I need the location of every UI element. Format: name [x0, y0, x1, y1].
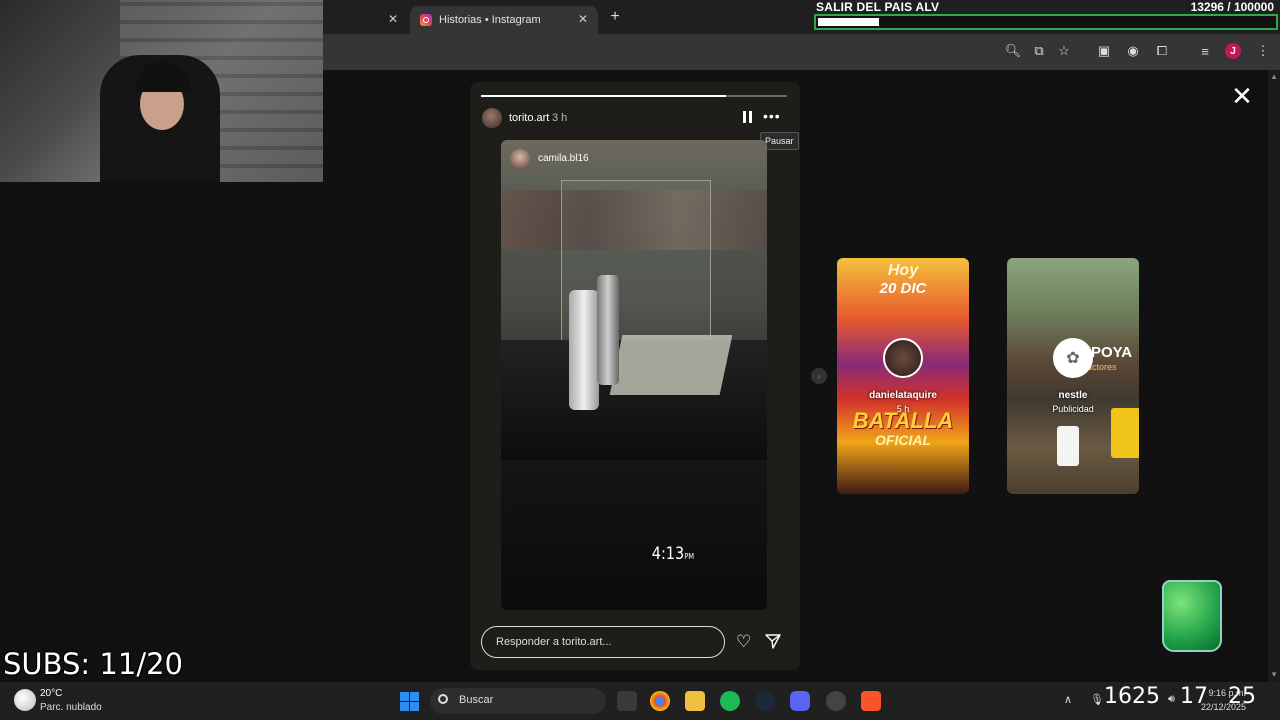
scroll-up-icon[interactable]: ▲	[1270, 72, 1278, 81]
story-preview[interactable]: Hoy 20 DIC danielataquire 5 h BATALLA OF…	[837, 258, 969, 494]
shared-username[interactable]: camila.bl16	[538, 153, 589, 164]
windows-icon[interactable]	[400, 692, 419, 711]
preview-username: nestle	[1058, 390, 1088, 401]
chevron-right-icon[interactable]: ›	[811, 368, 827, 384]
story-username[interactable]: torito.art	[509, 112, 549, 124]
nestle-logo-icon: ✿	[1053, 338, 1093, 378]
search-icon	[438, 694, 448, 704]
subs-counter: SUBS: 11/20	[3, 647, 183, 681]
close-tab-icon[interactable]: ✕	[576, 12, 590, 26]
preview-title-sub: OFICIAL	[875, 432, 931, 448]
obs-icon[interactable]	[826, 691, 846, 711]
story-media[interactable]	[501, 140, 767, 610]
story-progress-fill	[481, 95, 726, 97]
chevron-up-icon[interactable]: ∧	[1064, 693, 1072, 706]
system-time[interactable]: 9:16 p.m.	[1198, 688, 1246, 698]
story-preview[interactable]: POYA actores ✿ nestle Publicidad	[1007, 258, 1139, 494]
scrollbar[interactable]	[1268, 70, 1280, 682]
clock-digits: 25	[1132, 684, 1160, 709]
tab-title: Historias • Instagram	[439, 14, 541, 26]
story-viewer: torito.art 3 h ••• Pausar camila.bl16 4:…	[470, 82, 800, 670]
goal-count: 13296 / 100000	[1190, 0, 1274, 14]
new-tab-button[interactable]: +	[607, 8, 623, 26]
tip-jar-icon	[1162, 580, 1222, 652]
preview-title-main: BATALLA	[852, 408, 954, 433]
send-icon[interactable]	[765, 633, 781, 649]
preview-date: 20 DIC	[879, 280, 927, 297]
pause-bar	[743, 111, 746, 123]
weather-icon[interactable]	[14, 689, 36, 711]
menu-icon[interactable]: ⋮	[1254, 42, 1272, 60]
playlist-icon[interactable]: ≡	[1196, 42, 1214, 60]
story-clock-sticker: 4:13PM	[652, 544, 694, 564]
preview-brand: POYA	[1091, 344, 1133, 361]
media-bottle	[569, 290, 599, 410]
goal-widget: SALIR DEL PAIS ALV 13296 / 100000	[812, 0, 1280, 32]
taskbar: 20°C Parc. nublado Buscar ∧ 🎙︎ 🔊︎	[0, 682, 1280, 720]
heart-icon[interactable]: ♡	[736, 632, 751, 652]
chrome-icon[interactable]	[650, 691, 670, 711]
preview-milk-glass	[1057, 426, 1079, 466]
star-icon[interactable]: ☆	[1055, 42, 1073, 60]
avatar	[883, 338, 923, 378]
media-bottle	[597, 275, 619, 385]
pause-bar	[749, 111, 752, 123]
clock-digits: 16	[1104, 684, 1132, 709]
goal-progress-bar	[814, 14, 1278, 30]
weather-temp[interactable]: 20°C	[40, 688, 62, 699]
close-icon[interactable]: ✕	[1230, 83, 1254, 109]
close-tab-icon[interactable]: ✕	[386, 12, 400, 26]
overlay-clock-hour: 1625	[1104, 684, 1160, 709]
story-progress-bar	[481, 95, 787, 97]
goal-title: SALIR DEL PAIS ALV	[816, 0, 940, 14]
clock-suffix: PM	[684, 552, 695, 561]
taskbar-search[interactable]: Buscar	[430, 688, 606, 714]
folder-icon[interactable]	[685, 691, 705, 711]
media-paper	[609, 335, 733, 395]
extension-icon[interactable]: ◉	[1124, 42, 1142, 60]
spotify-icon[interactable]	[720, 691, 740, 711]
profile-avatar[interactable]: J	[1225, 43, 1241, 59]
zoom-icon[interactable]: 🔍︎	[1004, 42, 1022, 60]
reply-input[interactable]: Responder a torito.art...	[481, 626, 725, 658]
preview-can	[1111, 408, 1139, 458]
puzzle-icon[interactable]: ⧠	[1153, 42, 1171, 60]
mic-icon[interactable]: 🎙︎	[1090, 693, 1104, 706]
clock-time: 4:13	[651, 544, 685, 564]
scroll-down-icon[interactable]: ▼	[1270, 670, 1278, 679]
task-view-icon[interactable]	[617, 691, 637, 711]
screen: ✕ Historias • Instagram ✕ + 🔍︎ ⧉ ☆ ▣ ◉ ⧠…	[0, 0, 1280, 720]
webcam-overlay	[0, 0, 323, 182]
steam-icon[interactable]	[755, 691, 775, 711]
discord-icon[interactable]	[790, 691, 810, 711]
tab-instagram-stories[interactable]: Historias • Instagram ✕	[410, 6, 598, 34]
volume-icon[interactable]: 🔊︎	[1168, 693, 1175, 706]
avatar[interactable]	[482, 108, 502, 128]
story-time: 3 h	[552, 112, 568, 124]
extension-icon[interactable]: ▣	[1095, 42, 1113, 60]
pause-icon[interactable]	[743, 111, 755, 125]
brave-icon[interactable]	[861, 691, 881, 711]
tab-inactive[interactable]: ✕	[330, 6, 406, 34]
goal-progress-fill	[818, 18, 880, 26]
more-icon[interactable]: •••	[763, 108, 781, 124]
preview-headline: Hoy	[887, 262, 919, 279]
preview-username: danielataquire	[869, 390, 937, 401]
cast-icon[interactable]: ⧉	[1030, 42, 1048, 60]
instagram-icon	[420, 14, 432, 26]
weather-desc[interactable]: Parc. nublado	[40, 702, 102, 713]
avatar[interactable]	[510, 149, 530, 169]
system-date[interactable]: 22/12/2025	[1192, 702, 1246, 712]
